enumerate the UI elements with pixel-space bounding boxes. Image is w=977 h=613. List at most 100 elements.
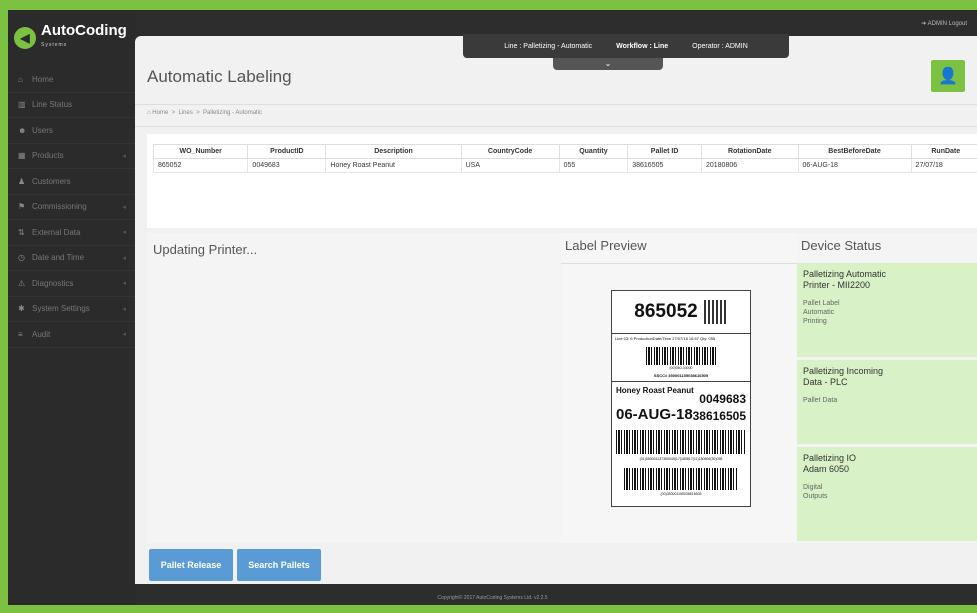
column-header[interactable]: Pallet ID [627,144,702,159]
chevron-left-icon: ◂ [122,254,126,262]
app-frame: ◀ AutoCoding Systems ⌂ Home ▥ Line Status ☻ U… [8,10,977,605]
table-header-row: WO_Number ProductID Description CountryCode… [152,144,977,159]
data-icon: ⇅ [18,227,25,237]
device-card[interactable]: Palletizing Automatic Printer - MII2200 P… [797,263,977,357]
table-row[interactable]: 865052 0049683 Honey Roast Peanut USA 055 386… [152,158,977,173]
sidebar-item-label: Date and Time [32,253,85,263]
main-content: Line : Palletizing - Automatic Workflow … [135,34,977,584]
barcode-line1: (01)050001137350045(17)180817(11)180806(… [639,457,723,461]
home-icon: ⌂ [18,74,23,84]
column-header[interactable]: Quantity [558,144,629,159]
sscc-line: SSCC# 350001155038616505 [653,373,709,378]
column-header[interactable]: RunDate [910,144,977,159]
table-cell: 055 [558,158,629,173]
updating-title: Updating Printer... [153,242,258,257]
chevron-down-icon: ⌄ [604,59,612,68]
device-card[interactable]: Palletizing Incoming Data - PLC Pallet Da… [797,360,977,444]
divider [135,104,977,105]
table-cell: 27/07/18 [910,158,977,173]
divider [135,126,977,127]
chevron-left-icon: ◂ [122,331,126,339]
sidebar-item-line-status[interactable]: ▥ Line Status [8,93,136,118]
column-header[interactable]: ProductID [247,144,327,159]
chevron-left-icon: ◂ [122,305,126,313]
pallet-release-button[interactable]: Pallet Release [149,549,233,581]
context-toggle-button[interactable]: ⌄ [553,58,663,70]
context-bar: Line : Palletizing - Automatic Workflow … [463,34,789,58]
line-label: Line : Palletizing - Automatic [504,42,593,50]
table-cell: 0049683 [247,158,327,173]
sidebar-item-date-and-time[interactable]: ◷ Date and Time ◂ [8,246,136,271]
column-header[interactable]: BestBeforeDate [797,144,912,159]
customers-icon: ♟ [18,176,26,186]
column-header[interactable]: RotationDate [700,144,799,159]
sscc-barcode [646,347,716,365]
sidebar-item-label: External Data [32,227,81,237]
sidebar-item-external-data[interactable]: ⇅ External Data ◂ [8,220,136,246]
chart-icon: ▥ [18,100,26,110]
device-name: Palletizing Incoming Data - PLC [803,366,884,387]
column-header[interactable]: Description [325,144,462,159]
breadcrumb: ⌂ Home > Lines > Palletizing - Automatic [147,110,263,116]
datamatrix-code [703,300,728,324]
sidebar-item-label: System Settings [32,304,90,314]
table-cell: 38616505 [627,158,702,173]
sidebar-item-system-settings[interactable]: ✱ System Settings ◂ [8,297,136,322]
grid-icon: ▦ [18,151,26,161]
device-description: Pallet Label Automatic Printing [803,300,840,325]
device-status-panel: Device Status Palletizing Automatic Prin… [797,233,977,543]
device-description: Pallet Data [803,397,838,404]
gs1-barcode [616,430,746,454]
chevron-left-icon: ◂ [122,203,126,211]
user-icon: 👤 [938,68,958,85]
logo-name: AutoCoding [41,22,127,39]
label-product-name: Honey Roast Peanut [616,386,694,395]
chevron-left-icon: ◂ [122,280,126,288]
pallet-table-panel: WO_Number ProductID Description CountryCode… [147,134,977,228]
list-icon: ≡ [18,329,23,339]
operator-label: Operator : ADMIN [692,42,748,50]
warning-icon: ⚠ [18,278,26,288]
table-cell: 865052 [152,158,249,173]
sidebar-item-commissioning[interactable]: ⚑ Commissioning ◂ [8,195,136,220]
breadcrumb-home[interactable]: Home [152,110,168,116]
footer-copyright: Copyright© 2017 AutoCoding Systems Ltd. … [437,595,548,601]
autocoding-logo[interactable]: ◀ AutoCoding Systems [14,22,127,52]
home-icon: ⌂ [147,110,151,116]
clock-icon: ◷ [18,253,25,263]
user-profile-button[interactable]: 👤 [931,60,965,92]
logout-icon: ➜ [921,21,927,27]
sidebar-item-home[interactable]: ⌂ Home [8,67,136,93]
table-cell: Honey Roast Peanut [325,158,462,173]
admin-logout-link[interactable]: ➜ ADMIN Logout [921,20,967,27]
logo-icon: ◀ [14,27,36,49]
sidebar-item-customers[interactable]: ♟ Customers [8,169,136,195]
sidebar-item-users[interactable]: ☻ Users [8,118,136,144]
label-preview-title: Label Preview [561,233,797,264]
label-number: 865052 [634,301,698,322]
page-title: Automatic Labeling [147,67,292,86]
device-description: Digital Outputs [803,484,828,500]
sidebar-item-products[interactable]: ▦ Products ◂ [8,144,136,169]
updating-panel: Updating Printer... [147,233,562,543]
label-best-before: 06-AUG-18 [616,406,693,423]
sidebar-item-audit[interactable]: ≡ Audit ◂ [8,322,136,348]
label-pallet-id: 38616505 [692,409,746,423]
sidebar-item-label: Products [32,151,64,161]
sscc-top-text: (00)050-03000 [669,366,693,370]
breadcrumb-lines[interactable]: Lines [178,110,192,116]
pallet-table: WO_Number ProductID Description CountryCode… [152,144,977,173]
sidebar-item-diagnostics[interactable]: ⚠ Diagnostics ◂ [8,271,136,297]
settings-icon: ✱ [18,304,25,314]
column-header[interactable]: WO_Number [152,144,249,159]
label-product-id: 0049683 [699,392,746,406]
table-cell: 20180806 [700,158,799,173]
device-name: Palletizing Automatic Printer - MII2200 [803,269,887,290]
column-header[interactable]: CountryCode [460,144,560,159]
device-name: Palletizing IO Adam 6050 [803,453,857,474]
device-card[interactable]: Palletizing IO Adam 6050 Digital Outputs [797,447,977,541]
users-icon: ☻ [18,125,27,135]
search-pallets-button[interactable]: Search Pallets [237,549,321,581]
sidebar-item-label: Line Status [32,100,73,110]
pallet-label: 865052 Line 03: 6 ProductionDate/Time 27… [611,290,751,507]
